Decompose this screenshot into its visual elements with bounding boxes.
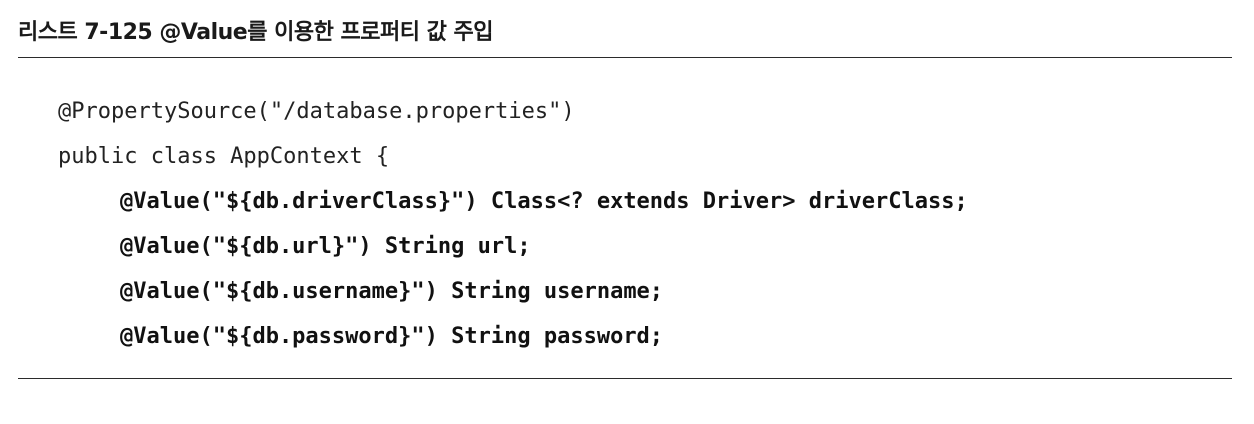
code-line-url-field: @Value("${db.url}") String url;	[120, 234, 531, 259]
top-divider	[18, 57, 1232, 58]
listing-caption: 리스트 7-125 @Value를 이용한 프로퍼티 값 주입	[18, 20, 493, 45]
code-block: @PropertySource("/database.properties") …	[58, 89, 968, 359]
code-line-username-field: @Value("${db.username}") String username…	[120, 279, 664, 304]
code-line-class-declaration: public class AppContext {	[58, 144, 390, 169]
code-line-driver-class-field: @Value("${db.driverClass}") Class<? exte…	[120, 189, 968, 214]
bottom-divider	[18, 378, 1232, 379]
code-line-property-source: @PropertySource("/database.properties")	[58, 99, 575, 124]
code-line-password-field: @Value("${db.password}") String password…	[120, 324, 664, 349]
